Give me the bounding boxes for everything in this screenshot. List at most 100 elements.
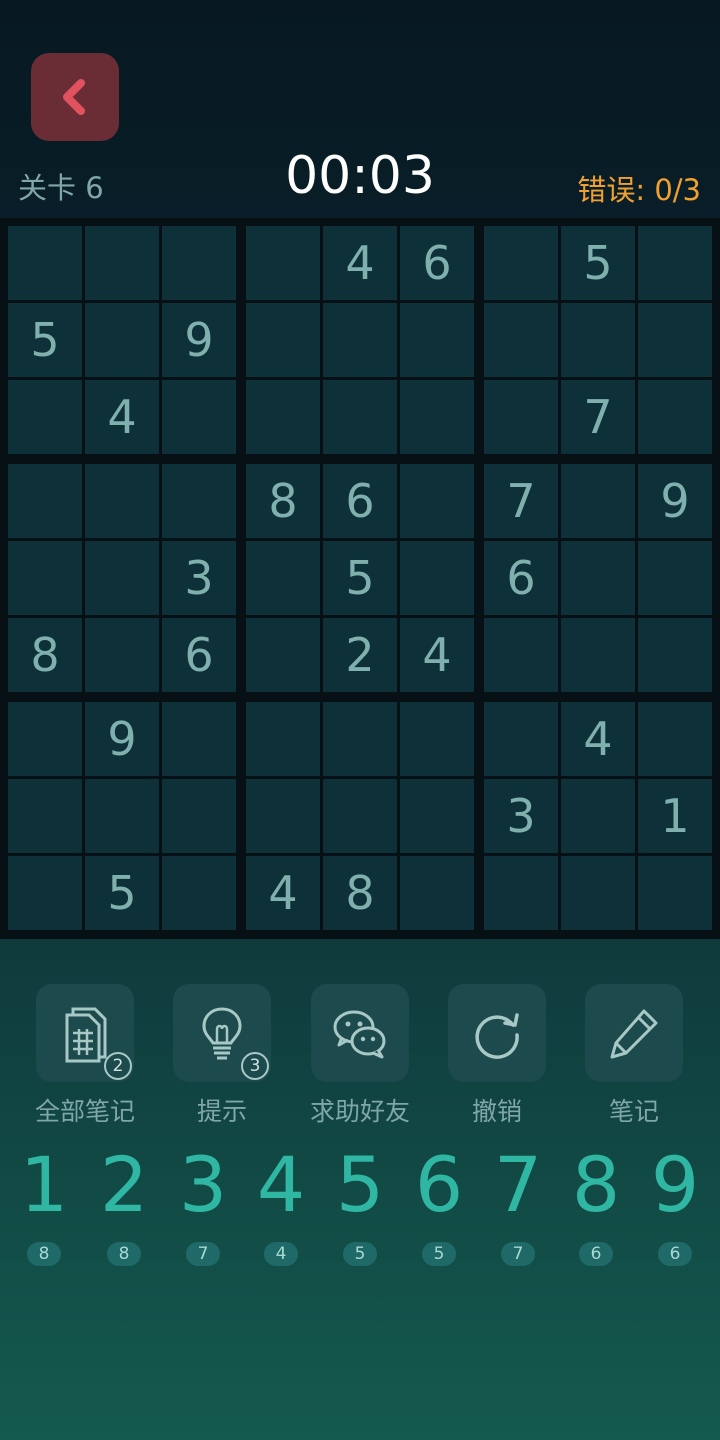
sudoku-cell[interactable] <box>561 856 635 930</box>
sudoku-cell[interactable]: 3 <box>162 541 236 615</box>
sudoku-cell[interactable]: 5 <box>8 303 82 377</box>
sudoku-cell[interactable] <box>638 380 712 454</box>
undo-button[interactable]: 撤销 <box>427 984 567 1128</box>
sudoku-cell[interactable]: 4 <box>246 856 320 930</box>
sudoku-cell[interactable]: 9 <box>638 464 712 538</box>
number-key-8[interactable]: 86 <box>557 1140 635 1266</box>
sudoku-cell[interactable] <box>323 303 397 377</box>
sudoku-cell[interactable] <box>8 779 82 853</box>
notes-button[interactable]: 笔记 <box>564 984 704 1128</box>
sudoku-cell[interactable] <box>85 303 159 377</box>
sudoku-cell[interactable] <box>8 702 82 776</box>
sudoku-cell[interactable] <box>85 464 159 538</box>
sudoku-cell[interactable]: 4 <box>85 380 159 454</box>
sudoku-cell[interactable]: 7 <box>484 464 558 538</box>
sudoku-cell[interactable]: 7 <box>561 380 635 454</box>
sudoku-cell[interactable] <box>638 618 712 692</box>
sudoku-cell[interactable] <box>484 702 558 776</box>
sudoku-cell[interactable] <box>400 303 474 377</box>
sudoku-cell[interactable] <box>85 779 159 853</box>
sudoku-cell[interactable] <box>638 541 712 615</box>
sudoku-cell[interactable] <box>85 226 159 300</box>
sudoku-cell[interactable]: 6 <box>400 226 474 300</box>
sudoku-cell[interactable]: 4 <box>561 702 635 776</box>
number-key-2[interactable]: 28 <box>85 1140 163 1266</box>
sudoku-cell[interactable] <box>8 541 82 615</box>
notes-grid-icon <box>65 1007 107 1063</box>
sudoku-cell[interactable] <box>8 380 82 454</box>
sudoku-cell[interactable] <box>484 226 558 300</box>
sudoku-cell[interactable]: 8 <box>246 464 320 538</box>
sudoku-cell[interactable] <box>400 856 474 930</box>
sudoku-cell[interactable] <box>246 618 320 692</box>
sudoku-cell[interactable]: 8 <box>8 618 82 692</box>
sudoku-cell[interactable] <box>561 618 635 692</box>
sudoku-cell[interactable]: 4 <box>323 226 397 300</box>
number-key-4[interactable]: 44 <box>242 1140 320 1266</box>
sudoku-cell[interactable] <box>484 618 558 692</box>
sudoku-cell[interactable] <box>162 779 236 853</box>
sudoku-cell[interactable] <box>484 380 558 454</box>
number-key-6[interactable]: 65 <box>400 1140 478 1266</box>
sudoku-cell[interactable] <box>85 618 159 692</box>
number-key-7[interactable]: 77 <box>479 1140 557 1266</box>
sudoku-cell[interactable] <box>400 380 474 454</box>
sudoku-cell[interactable] <box>162 702 236 776</box>
sudoku-cell[interactable] <box>400 779 474 853</box>
sudoku-cell[interactable]: 2 <box>323 618 397 692</box>
sudoku-cell[interactable]: 5 <box>85 856 159 930</box>
sudoku-cell[interactable] <box>400 541 474 615</box>
sudoku-cell[interactable]: 1 <box>638 779 712 853</box>
sudoku-cell[interactable] <box>638 303 712 377</box>
sudoku-cell[interactable] <box>484 303 558 377</box>
sudoku-cell[interactable] <box>8 856 82 930</box>
sudoku-cell[interactable] <box>246 779 320 853</box>
sudoku-cell[interactable] <box>561 303 635 377</box>
sudoku-cell[interactable] <box>8 464 82 538</box>
sudoku-cell[interactable] <box>561 779 635 853</box>
sudoku-cell[interactable]: 9 <box>162 303 236 377</box>
sudoku-cell[interactable] <box>323 702 397 776</box>
sudoku-cell[interactable] <box>246 541 320 615</box>
hint-button[interactable]: 3 提示 <box>152 984 292 1128</box>
sudoku-cell[interactable]: 4 <box>400 618 474 692</box>
sudoku-cell[interactable] <box>246 380 320 454</box>
back-button[interactable] <box>31 53 119 141</box>
sudoku-cell[interactable]: 8 <box>323 856 397 930</box>
sudoku-cell[interactable] <box>400 702 474 776</box>
sudoku-cell[interactable] <box>323 779 397 853</box>
sudoku-cell[interactable] <box>162 856 236 930</box>
sudoku-cell[interactable] <box>638 856 712 930</box>
all-notes-button[interactable]: 2 全部笔记 <box>15 984 155 1128</box>
sudoku-cell[interactable]: 5 <box>323 541 397 615</box>
sudoku-cell[interactable]: 9 <box>85 702 159 776</box>
sudoku-cell[interactable]: 6 <box>323 464 397 538</box>
sudoku-cell[interactable] <box>85 541 159 615</box>
sudoku-cell[interactable]: 3 <box>484 779 558 853</box>
hint-badge: 3 <box>241 1052 269 1080</box>
sudoku-cell[interactable] <box>162 226 236 300</box>
sudoku-cell[interactable] <box>561 541 635 615</box>
sudoku-cell[interactable] <box>8 226 82 300</box>
sudoku-cell[interactable] <box>484 856 558 930</box>
error-counter: 错误: 0/3 <box>577 167 701 209</box>
error-label: 错误: <box>577 173 655 207</box>
sudoku-cell[interactable] <box>162 464 236 538</box>
number-key-9[interactable]: 96 <box>636 1140 714 1266</box>
sudoku-cell[interactable] <box>162 380 236 454</box>
sudoku-cell[interactable] <box>638 226 712 300</box>
sudoku-cell[interactable]: 5 <box>561 226 635 300</box>
sudoku-cell[interactable] <box>561 464 635 538</box>
sudoku-cell[interactable] <box>246 226 320 300</box>
ask-friend-button[interactable]: 求助好友 <box>290 984 430 1128</box>
sudoku-cell[interactable] <box>400 464 474 538</box>
number-key-5[interactable]: 55 <box>321 1140 399 1266</box>
sudoku-cell[interactable]: 6 <box>484 541 558 615</box>
number-key-1[interactable]: 18 <box>5 1140 83 1266</box>
sudoku-cell[interactable] <box>638 702 712 776</box>
sudoku-cell[interactable]: 6 <box>162 618 236 692</box>
sudoku-cell[interactable] <box>323 380 397 454</box>
sudoku-cell[interactable] <box>246 303 320 377</box>
number-key-3[interactable]: 37 <box>164 1140 242 1266</box>
sudoku-cell[interactable] <box>246 702 320 776</box>
